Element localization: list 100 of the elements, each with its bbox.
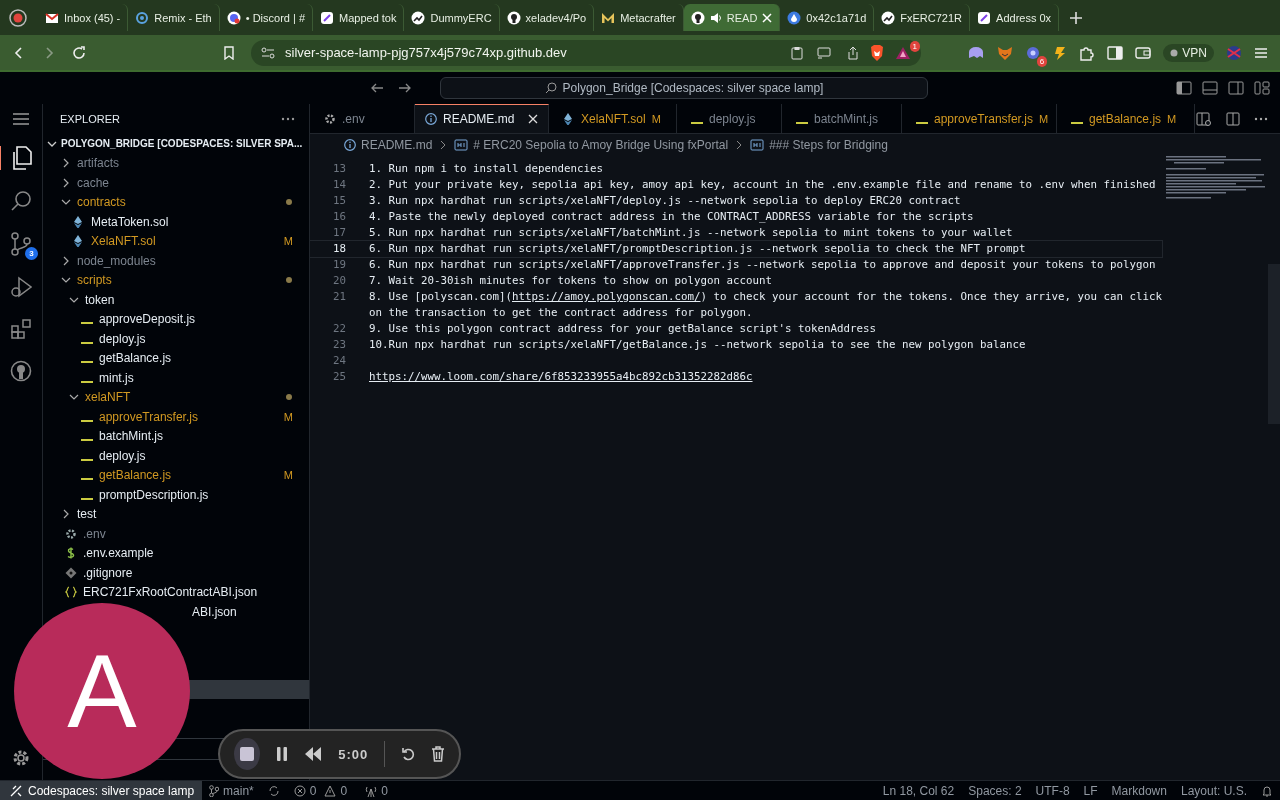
source-control-icon[interactable] <box>10 232 32 256</box>
run-debug-icon[interactable] <box>10 276 32 298</box>
tree-item[interactable]: token <box>43 290 309 310</box>
tree-item[interactable]: scripts <box>43 270 309 290</box>
browser-tab[interactable]: Mapped tok <box>313 4 405 31</box>
menu-icon[interactable] <box>12 112 30 126</box>
link[interactable]: https://www.loom.com/share/6f853233955a4bc892cb31352282d86c <box>369 370 753 383</box>
more-icon[interactable] <box>1254 116 1268 121</box>
line-number: 21 <box>332 289 347 305</box>
bookmark-icon[interactable] <box>223 45 235 60</box>
breadcrumb-item[interactable]: # ERC20 Sepolia to Amoy Bridge Using fxPortal <box>473 138 729 152</box>
browser-tab[interactable]: Inbox (45) - <box>38 4 129 31</box>
more-icon[interactable] <box>281 117 295 121</box>
share-icon[interactable] <box>847 45 859 60</box>
tree-item[interactable]: xelaNFT <box>43 387 309 407</box>
tree-item[interactable]: deploy.js <box>43 329 309 349</box>
browser-tab[interactable]: Address 0x <box>970 4 1060 31</box>
tree-item[interactable]: deploy.js <box>43 446 309 466</box>
tree-item[interactable]: POLYGON_BRIDGE [CODESPACES: SILVER SPA... <box>43 134 309 154</box>
tree-item[interactable]: node_modules <box>43 251 309 271</box>
problems-indicator[interactable]: 0 0 <box>286 783 359 798</box>
breadcrumb-item[interactable]: ### Steps for Bridging <box>769 138 888 152</box>
menu-icon[interactable] <box>1254 45 1268 60</box>
tree-item[interactable]: cache <box>43 173 309 193</box>
heading-icon <box>750 139 765 151</box>
tree-item[interactable]: getBalance.js <box>43 348 309 368</box>
primary-sidebar-icon[interactable] <box>1176 81 1192 95</box>
link[interactable]: https://amoy.polygonscan.com/ <box>512 290 701 303</box>
tree-item[interactable]: approveTransfer.js M <box>43 407 309 427</box>
extensions-icon[interactable] <box>10 318 32 340</box>
tree-item[interactable]: ERC721FxRootContractABI.json <box>43 582 309 602</box>
clipboard-icon[interactable] <box>791 45 803 60</box>
status-item[interactable]: Layout: U.S. <box>1173 783 1254 798</box>
browser-tab[interactable]: Metacrafter <box>594 4 684 31</box>
tree-item[interactable]: .env <box>43 524 309 544</box>
tree-item[interactable]: contracts <box>43 192 309 212</box>
browser-tab[interactable]: FxERC721R <box>874 4 971 31</box>
search-icon <box>544 82 557 94</box>
tree-item[interactable]: MetaToken.sol <box>43 212 309 232</box>
close-icon[interactable] <box>528 114 539 124</box>
record-icon[interactable] <box>8 7 28 28</box>
search-icon[interactable] <box>10 190 32 212</box>
browser-tab[interactable]: Remix - Eth <box>128 4 220 31</box>
tree-item[interactable]: batchMint.js <box>43 426 309 446</box>
trash-icon[interactable] <box>431 746 445 762</box>
wallet-icon[interactable] <box>1135 45 1152 60</box>
status-item[interactable]: Spaces: 2 <box>961 783 1029 798</box>
reload-icon[interactable] <box>72 45 86 60</box>
tree-item[interactable]: promptDescription.js <box>43 485 309 505</box>
puzzle-icon[interactable] <box>1079 44 1096 61</box>
tree-item[interactable]: approveDeposit.js <box>43 309 309 329</box>
triangle-icon[interactable] <box>895 45 911 60</box>
tree-item[interactable]: mint.js <box>43 368 309 388</box>
status-item[interactable]: Ln 18, Col 62 <box>875 783 962 798</box>
split-editor-icon[interactable] <box>1226 111 1240 126</box>
pause-icon[interactable] <box>276 747 289 761</box>
modified-label: M <box>283 469 293 482</box>
browser-tab[interactable]: READ <box>683 4 781 31</box>
open-preview-icon[interactable] <box>1196 111 1212 126</box>
tree-item[interactable]: getBalance.js M <box>43 465 309 485</box>
breadcrumb-item[interactable]: README.md <box>361 138 433 152</box>
files-icon[interactable] <box>10 146 33 170</box>
forward-icon[interactable] <box>398 82 412 94</box>
status-item[interactable]: UTF-8 <box>1028 783 1077 798</box>
status-item[interactable]: Markdown <box>1104 783 1174 798</box>
tree-item[interactable]: .gitignore <box>43 563 309 583</box>
layout-icon[interactable] <box>1254 81 1270 95</box>
editor-tab[interactable]: README.md <box>415 104 549 133</box>
panel-icon[interactable] <box>1202 81 1218 95</box>
address-bar[interactable]: silver-space-lamp-pjg757x4j579c74xp.github.dev 1 <box>251 39 921 66</box>
sync-icon[interactable] <box>267 784 280 797</box>
browser-tab[interactable]: • Discord | # <box>219 4 313 31</box>
plus-icon[interactable] <box>1069 10 1084 25</box>
fox-icon[interactable] <box>997 44 1014 61</box>
status-item[interactable]: LF <box>1076 783 1105 798</box>
vpn-button[interactable]: VPN <box>1163 43 1214 62</box>
restart-icon[interactable] <box>401 747 415 761</box>
browser-tab[interactable]: 0x42c1a71d <box>780 4 875 31</box>
command-center[interactable]: Polygon_Bridge [Codespaces: silver space lamp] <box>440 77 928 99</box>
tree-item[interactable]: test <box>43 504 309 524</box>
settings-icon[interactable] <box>11 748 31 768</box>
remote-indicator[interactable]: Codespaces: silver space lamp <box>0 781 203 800</box>
tree-item[interactable]: .env.example <box>43 543 309 563</box>
tree-item[interactable]: artifacts <box>43 153 309 173</box>
rewind-icon[interactable] <box>304 747 323 761</box>
tree-item[interactable]: ABI.json <box>192 602 237 622</box>
lion-icon[interactable] <box>869 43 885 62</box>
branch-indicator[interactable]: main* <box>202 783 261 798</box>
ports-indicator[interactable]: 0 <box>358 783 395 798</box>
secondary-sidebar-icon[interactable] <box>1228 81 1244 95</box>
ghost-icon[interactable] <box>967 45 986 60</box>
cast-icon[interactable] <box>817 46 833 59</box>
browser-tab[interactable]: xeladev4/Po <box>499 4 595 31</box>
browser-tab[interactable]: DummyERC <box>404 4 500 31</box>
back-icon[interactable] <box>370 82 384 94</box>
bell-icon[interactable] <box>1261 784 1273 797</box>
tree-item[interactable]: XelaNFT.sol M <box>43 231 309 251</box>
github-icon[interactable] <box>10 360 32 382</box>
stop-button[interactable] <box>234 738 261 770</box>
sidebar-icon[interactable] <box>1107 45 1124 60</box>
